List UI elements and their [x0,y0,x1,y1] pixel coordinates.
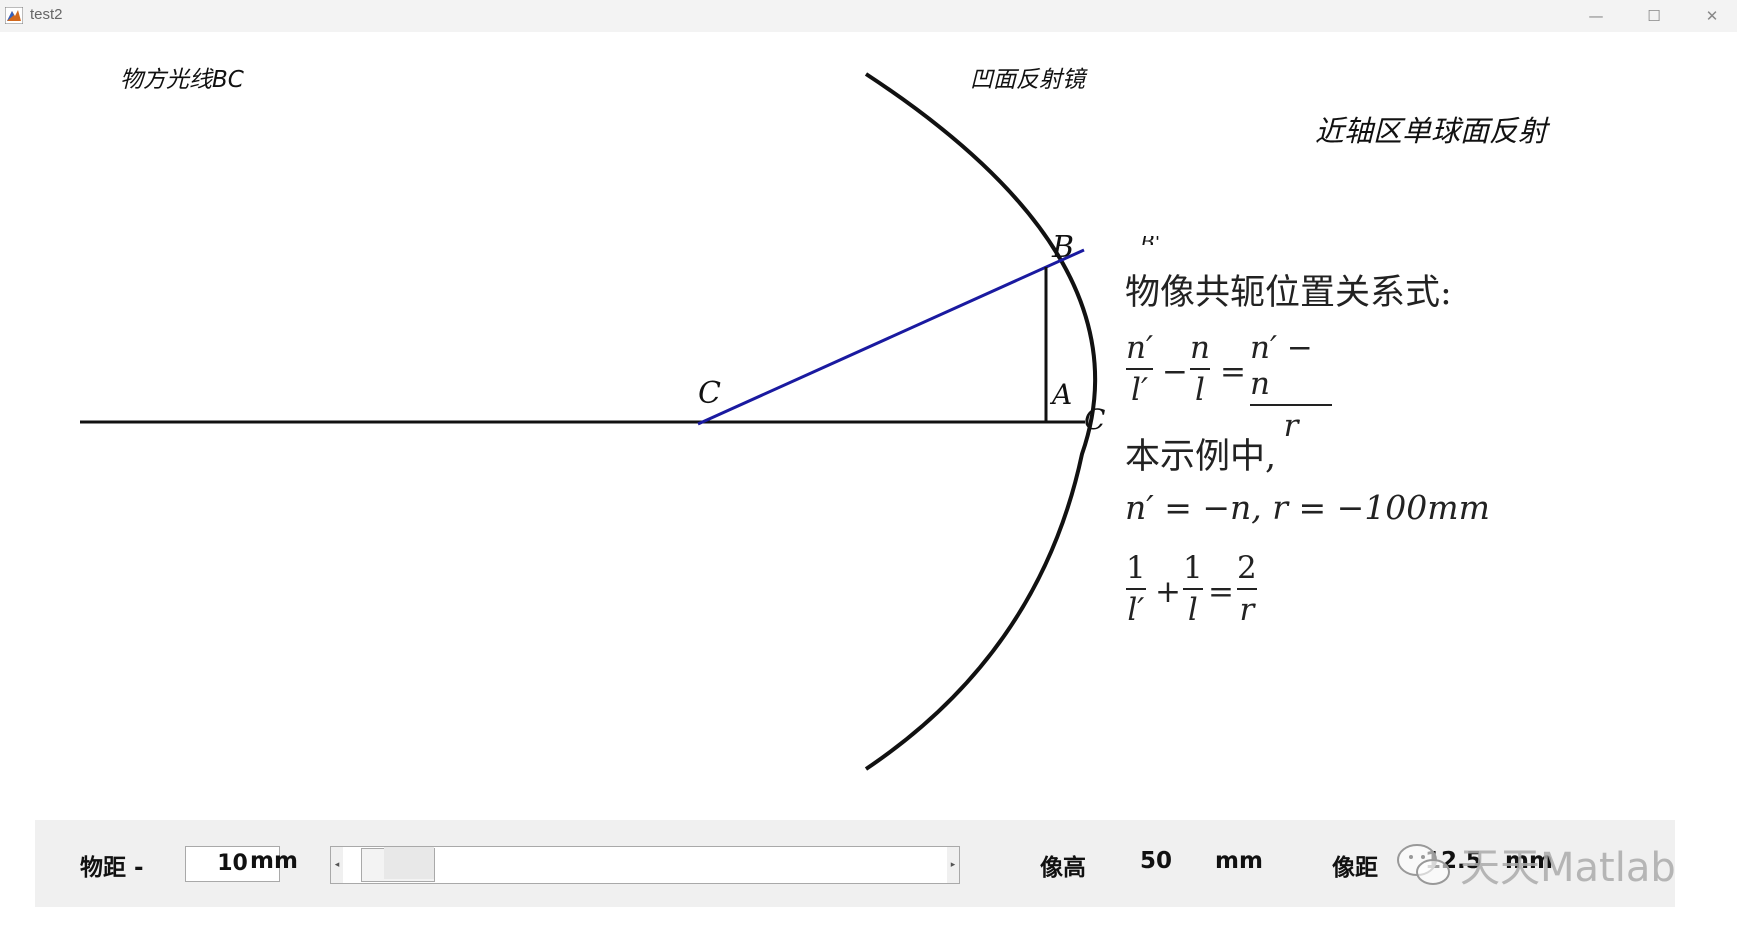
point-c-right-label: C [1084,403,1106,436]
numerator: n′ [1126,330,1154,366]
equation-heading: 物像共轭位置关系式: [1125,273,1452,313]
fraction-n-over-l: nl [1190,330,1210,408]
fraction-1-over-l-prime: 1 l′ [1126,550,1146,628]
close-button[interactable]: ✕ [1683,0,1737,32]
equals-sign-2: = [1208,574,1234,610]
numerator: n [1190,330,1210,366]
object-distance-unit: mm [250,848,298,874]
numerator: n′ − n [1250,330,1313,402]
watermark-text: 天天Matlab [1460,845,1676,891]
point-c-left-label: C [698,376,721,411]
numerator: 1 [1126,550,1146,586]
fraction-2-over-r: 2r [1237,550,1257,628]
numerator: 1 [1183,550,1203,586]
point-b-label: B [1052,230,1075,265]
point-b-prime-label: B' [1140,236,1160,245]
mirror-label: 凹面反射镜 [970,67,1085,93]
wechat-icon [1397,844,1450,885]
denominator: r [1283,408,1299,444]
numerator: 2 [1237,550,1257,586]
image-height-unit: mm [1215,848,1263,874]
minimize-button[interactable]: — [1567,0,1625,32]
minus-sign: − [1162,354,1188,390]
slider-left-arrow[interactable]: ◂ [331,847,343,883]
maximize-button[interactable]: ☐ [1625,0,1683,32]
slider-thumb-shade [384,847,434,879]
image-height-label: 像高 [1040,855,1086,881]
point-a-label: A [1052,378,1073,411]
window-title: test2 [30,6,63,23]
point-b-prime-clip: B' [1140,236,1180,245]
plus-sign: + [1155,574,1181,610]
denominator: l [1187,592,1198,628]
denominator: l [1195,372,1205,408]
ray-label: 物方光线BC [120,67,244,93]
fraction-1-over-l: 1l [1183,550,1203,628]
object-distance-slider[interactable]: ◂ ▸ [330,846,960,884]
denominator: l′ [1127,592,1145,628]
window-titlebar: test2 — ☐ ✕ [0,0,1737,32]
slider-right-arrow[interactable]: ▸ [947,847,959,883]
fraction-n-prime-over-l-prime: n′ l′ [1126,330,1154,408]
matlab-app-icon [5,7,23,24]
plot-heading: 近轴区单球面反射 [1315,114,1548,148]
fraction-n-prime-minus-n-over-r: n′ − n r [1250,330,1332,444]
example-conditions: n′ = −n, r = −100mm [1125,488,1490,527]
denominator: r [1239,592,1255,628]
example-text: 本示例中, [1125,437,1277,477]
object-distance-label: 物距 - [80,855,144,881]
denominator: l′ [1131,372,1148,408]
equals-sign: = [1220,354,1246,390]
image-distance-label: 像距 [1332,855,1378,881]
image-height-value: 50 [1140,848,1173,874]
ray-bc [697,248,1085,426]
